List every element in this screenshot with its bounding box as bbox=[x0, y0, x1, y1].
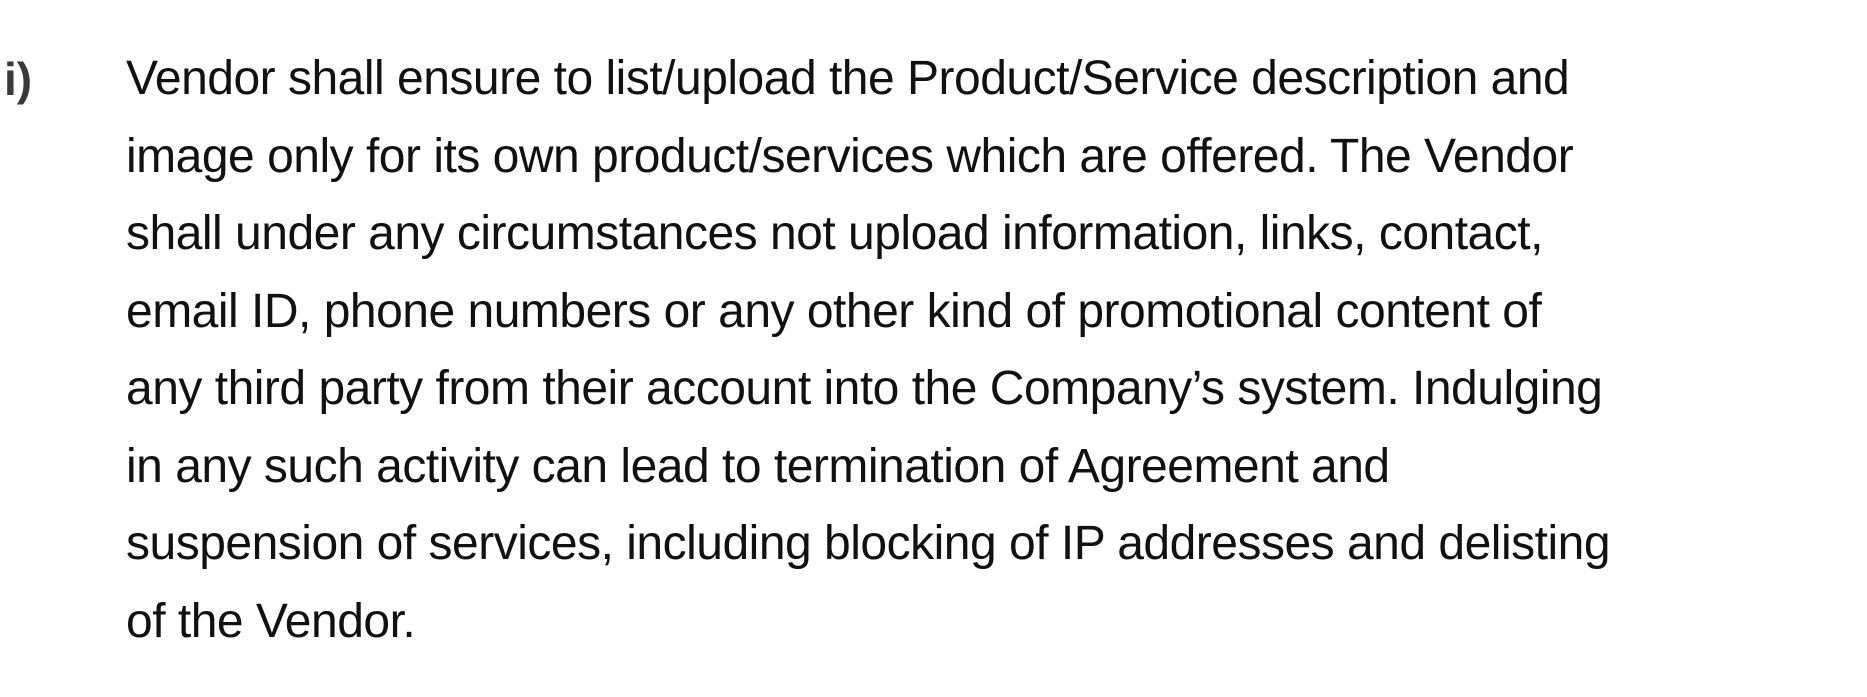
clause-marker: i) bbox=[4, 53, 33, 105]
clause-line: in any such activity can lead to termina… bbox=[126, 439, 1390, 493]
clause-text: Vendor shall ensure to list/upload the P… bbox=[126, 40, 1866, 660]
clause-line: Vendor shall ensure to list/upload the P… bbox=[126, 52, 1570, 105]
clause-item: i) Vendor shall ensure to list/upload th… bbox=[0, 40, 1867, 660]
clause-line: email ID, phone numbers or any other kin… bbox=[126, 284, 1542, 338]
clause-line: suspension of services, including blocki… bbox=[126, 517, 1611, 570]
clause-line: of the Vendor. bbox=[126, 594, 416, 648]
clause-line: image only for its own product/services … bbox=[126, 129, 1574, 183]
clause-line: any third party from their account into … bbox=[126, 362, 1603, 415]
clause-line: shall under any circumstances not upload… bbox=[126, 207, 1543, 260]
